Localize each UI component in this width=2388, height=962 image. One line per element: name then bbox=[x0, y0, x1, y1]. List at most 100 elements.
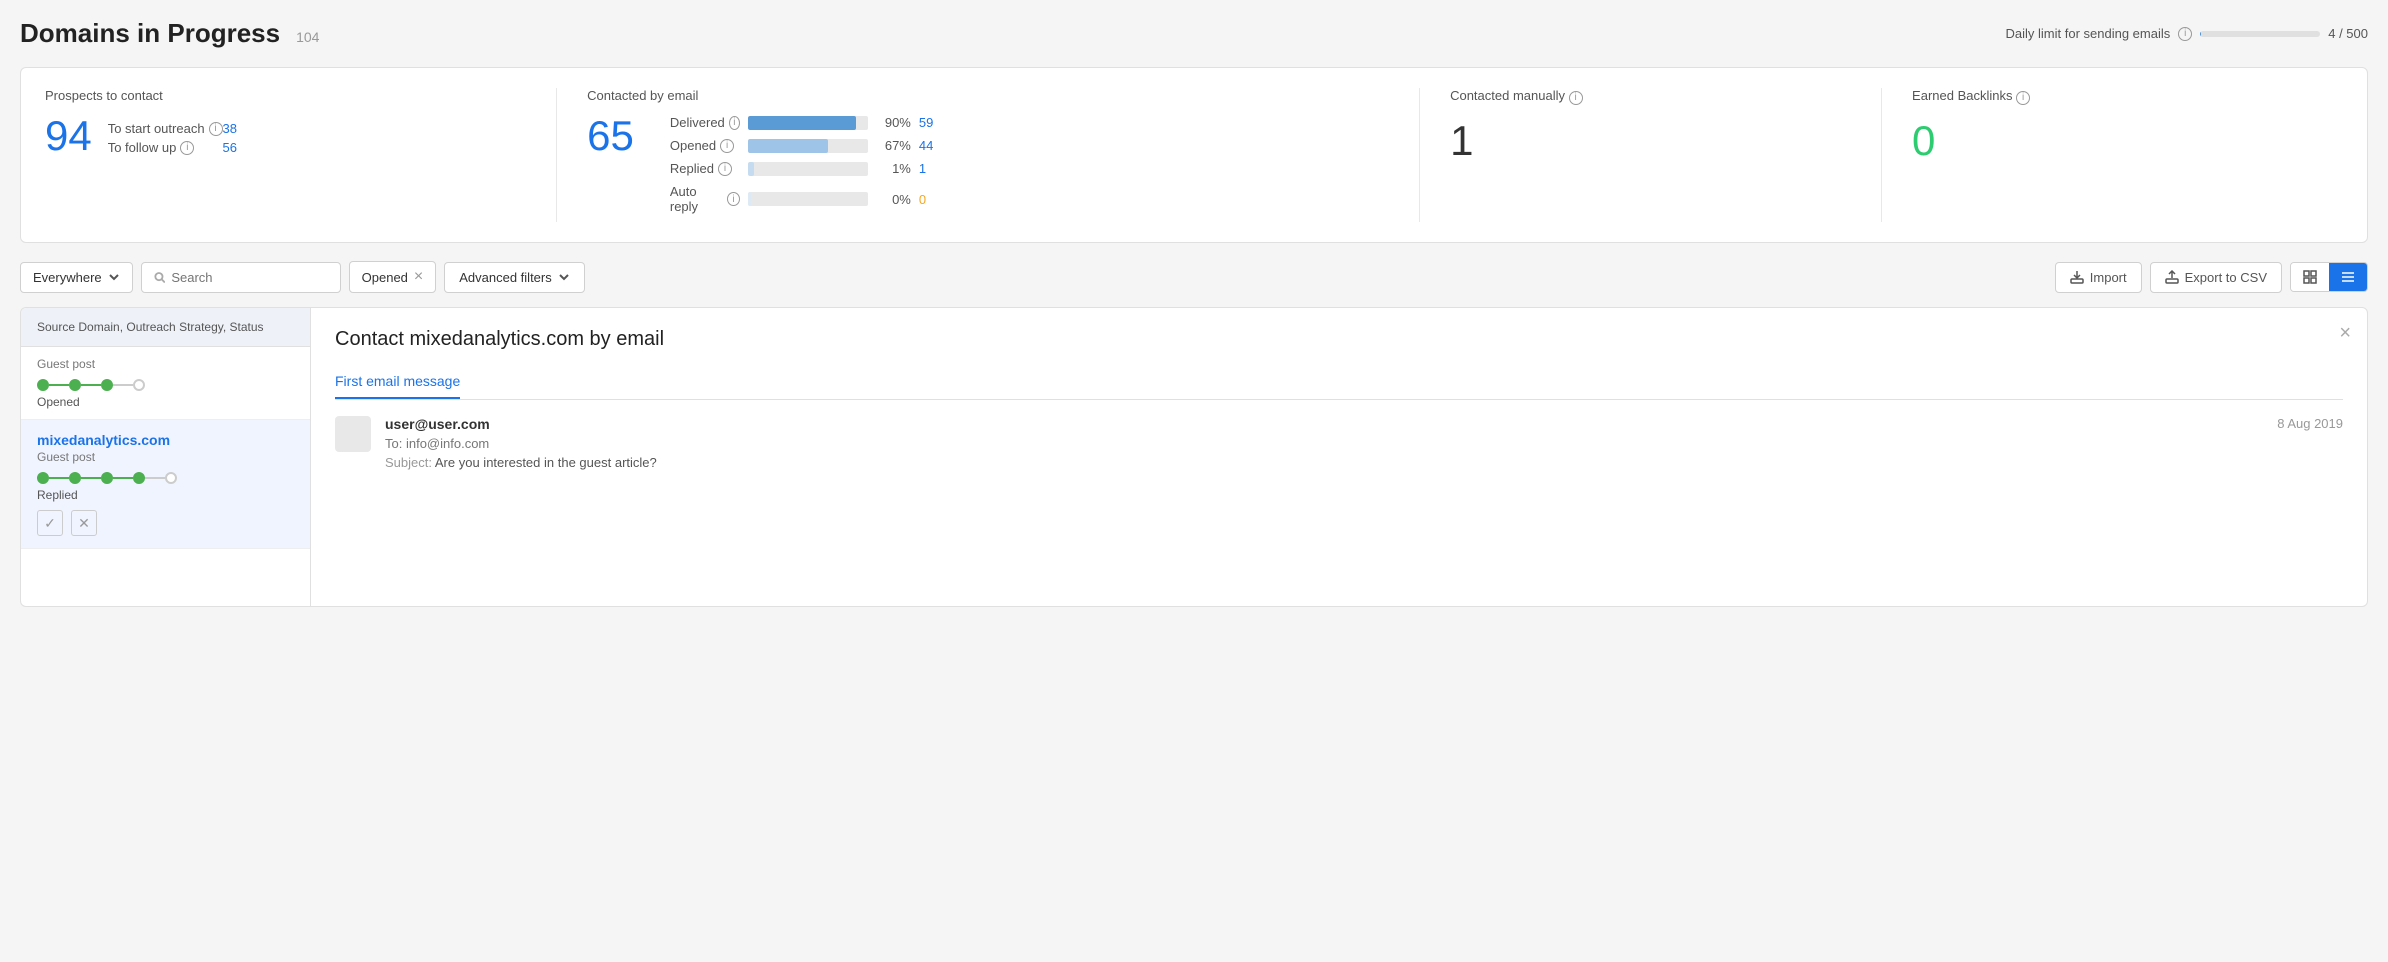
advanced-filters-button[interactable]: Advanced filters bbox=[444, 262, 585, 293]
email-item: user@user.com 8 Aug 2019 To: info@info.c… bbox=[335, 416, 2343, 470]
daily-limit-info-icon[interactable]: i bbox=[2178, 27, 2192, 41]
location-filter-label: Everywhere bbox=[33, 270, 102, 285]
backlinks-info-icon[interactable]: i bbox=[2016, 91, 2030, 105]
opened-filter-label: Opened bbox=[362, 270, 408, 285]
list-view-button[interactable] bbox=[2329, 263, 2367, 291]
location-filter[interactable]: Everywhere bbox=[20, 262, 133, 293]
partial-dots bbox=[37, 379, 294, 391]
check-button[interactable]: ✓ bbox=[37, 510, 63, 536]
filter-close-icon[interactable]: × bbox=[414, 269, 423, 285]
tab-first-email[interactable]: First email message bbox=[335, 365, 460, 399]
autoreply-val[interactable]: 0 bbox=[919, 192, 926, 207]
prospects-outreach-value[interactable]: 38 bbox=[223, 121, 237, 136]
list-icon bbox=[2341, 270, 2355, 284]
opened-val[interactable]: 44 bbox=[919, 138, 933, 153]
daily-limit-value: 4 / 500 bbox=[2328, 26, 2368, 41]
outreach-info-icon[interactable]: i bbox=[209, 122, 223, 136]
right-panel: × Contact mixedanalytics.com by email Fi… bbox=[311, 308, 2367, 606]
right-panel-close-button[interactable]: × bbox=[2339, 322, 2351, 345]
autoreply-label: Auto reply i bbox=[670, 184, 740, 214]
prospects-row-followup: To follow up i 56 bbox=[108, 140, 237, 155]
right-panel-title: Contact mixedanalytics.com by email bbox=[335, 328, 2343, 351]
backlinks-section: Earned Backlinks i 0 bbox=[1912, 88, 2343, 222]
search-box[interactable] bbox=[141, 262, 341, 293]
connector-1 bbox=[49, 384, 69, 386]
prospects-title: Prospects to contact bbox=[45, 88, 526, 103]
delivered-bar bbox=[748, 116, 868, 130]
delivered-info-icon[interactable]: i bbox=[729, 116, 740, 130]
email-to: To: info@info.com bbox=[385, 436, 2343, 451]
active-item-domain: mixedanalytics.com bbox=[37, 432, 294, 448]
opened-label: Opened i bbox=[670, 138, 740, 153]
filters-bar: Everywhere Opened × Advanced filters Imp… bbox=[20, 261, 2368, 293]
delivered-val[interactable]: 59 bbox=[919, 115, 933, 130]
delivered-label: Delivered i bbox=[670, 115, 740, 130]
autoreply-info-icon[interactable]: i bbox=[727, 192, 740, 206]
contacted-row-opened: Opened i 67% 44 bbox=[670, 138, 933, 153]
manually-info-icon[interactable]: i bbox=[1569, 91, 1583, 105]
contacted-row-autoreply: Auto reply i 0% 0 bbox=[670, 184, 933, 214]
search-input[interactable] bbox=[171, 270, 327, 285]
opened-pct: 67% bbox=[876, 138, 911, 153]
replied-pct: 1% bbox=[876, 161, 911, 176]
main-content: Source Domain, Outreach Strategy, Status… bbox=[20, 307, 2368, 607]
import-button[interactable]: Import bbox=[2055, 262, 2142, 293]
contacted-email-rows: Delivered i 90% 59 Opened i 67% bbox=[670, 115, 933, 222]
active-item-type: Guest post bbox=[37, 450, 294, 464]
right-panel-tabs: First email message bbox=[335, 365, 2343, 400]
replied-info-icon[interactable]: i bbox=[718, 162, 732, 176]
prospects-followup-value[interactable]: 56 bbox=[223, 140, 237, 155]
prospects-section: Prospects to contact 94 To start outreac… bbox=[45, 88, 557, 222]
export-button[interactable]: Export to CSV bbox=[2150, 262, 2282, 293]
contacted-email-section: Contacted by email 65 Delivered i 90% 59 bbox=[587, 88, 1420, 222]
advanced-filters-chevron-icon bbox=[558, 271, 570, 283]
stats-card: Prospects to contact 94 To start outreac… bbox=[20, 67, 2368, 243]
active-item-actions: ✓ ✕ bbox=[37, 510, 294, 536]
dismiss-button[interactable]: ✕ bbox=[71, 510, 97, 536]
active-item-status: Replied bbox=[37, 488, 294, 502]
email-body: user@user.com 8 Aug 2019 To: info@info.c… bbox=[385, 416, 2343, 470]
dot-2 bbox=[69, 379, 81, 391]
active-dot-4 bbox=[133, 472, 145, 484]
grid-icon bbox=[2303, 270, 2317, 284]
prospects-outreach-label: To start outreach i bbox=[108, 121, 223, 136]
active-dot-5 bbox=[165, 472, 177, 484]
opened-filter-tag[interactable]: Opened × bbox=[349, 261, 437, 293]
export-label: Export to CSV bbox=[2185, 270, 2267, 285]
chevron-down-icon bbox=[108, 271, 120, 283]
replied-label: Replied i bbox=[670, 161, 740, 176]
contacted-row-replied: Replied i 1% 1 bbox=[670, 161, 933, 176]
grid-view-button[interactable] bbox=[2291, 263, 2329, 291]
dot-3 bbox=[101, 379, 113, 391]
active-dot-2 bbox=[69, 472, 81, 484]
prospects-total: 94 bbox=[45, 115, 92, 157]
list-item-partial[interactable]: Guest post Opened bbox=[21, 347, 310, 420]
dot-1 bbox=[37, 379, 49, 391]
page-header: Domains in Progress 104 Daily limit for … bbox=[20, 18, 2368, 49]
active-dot-1 bbox=[37, 472, 49, 484]
delivered-pct: 90% bbox=[876, 115, 911, 130]
import-icon bbox=[2070, 270, 2084, 284]
list-item-mixedanalytics[interactable]: mixedanalytics.com Guest post bbox=[21, 420, 310, 549]
subject-text: Are you interested in the guest article? bbox=[435, 455, 657, 470]
connector-3 bbox=[113, 384, 133, 386]
active-dot-3 bbox=[101, 472, 113, 484]
active-connector-2 bbox=[81, 477, 101, 479]
page-title: Domains in Progress bbox=[20, 18, 280, 49]
prospects-rows: To start outreach i 38 To follow up i 56 bbox=[108, 121, 237, 159]
opened-info-icon[interactable]: i bbox=[720, 139, 734, 153]
followup-info-icon[interactable]: i bbox=[180, 141, 194, 155]
daily-limit-bar-fill bbox=[2200, 31, 2201, 37]
daily-limit-section: Daily limit for sending emails i 4 / 500 bbox=[2006, 26, 2369, 41]
email-avatar bbox=[335, 416, 371, 452]
import-label: Import bbox=[2090, 270, 2127, 285]
email-header-row: user@user.com 8 Aug 2019 bbox=[385, 416, 2343, 432]
replied-val[interactable]: 1 bbox=[919, 161, 926, 176]
contacted-manually-value: 1 bbox=[1450, 117, 1473, 164]
backlinks-title: Earned Backlinks i bbox=[1912, 88, 2313, 105]
contacted-manually-title: Contacted manually i bbox=[1450, 88, 1851, 105]
backlinks-value: 0 bbox=[1912, 117, 1935, 164]
active-connector-1 bbox=[49, 477, 69, 479]
autoreply-pct: 0% bbox=[876, 192, 911, 207]
email-from: user@user.com bbox=[385, 416, 490, 432]
